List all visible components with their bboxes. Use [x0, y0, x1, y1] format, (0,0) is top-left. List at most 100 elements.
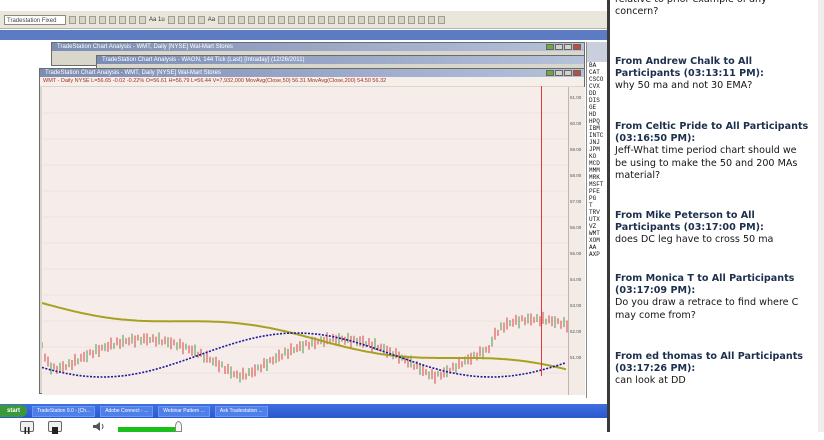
- watchlist-item[interactable]: AA: [587, 244, 607, 251]
- start-button[interactable]: start: [0, 405, 27, 417]
- toolbar-button[interactable]: [408, 15, 416, 24]
- toolbar-button[interactable]: [358, 15, 366, 24]
- watchlist-item[interactable]: GE: [587, 104, 607, 111]
- toolbar-button[interactable]: [278, 15, 286, 24]
- chat-message-text: Jeff-What time period chart should we be…: [615, 145, 798, 181]
- toolbar-button[interactable]: [139, 15, 146, 24]
- chat-scrollbar[interactable]: [818, 0, 824, 432]
- toolbar-button[interactable]: [328, 15, 336, 24]
- watchlist-item[interactable]: AXP: [587, 251, 607, 258]
- toolbar-button[interactable]: [197, 15, 205, 24]
- toolbar-button[interactable]: [418, 15, 426, 24]
- toolbar-button[interactable]: [129, 15, 136, 24]
- volume-bar[interactable]: [118, 427, 176, 432]
- watchlist-item[interactable]: CSCO: [587, 76, 607, 83]
- moving-average-short-line: [41, 332, 567, 378]
- toolbar-button[interactable]: [268, 15, 276, 24]
- watchlist-item[interactable]: T: [587, 202, 607, 209]
- toolbar-button[interactable]: [109, 15, 116, 24]
- watchlist-item[interactable]: UTX: [587, 216, 607, 223]
- minimize-icon[interactable]: [555, 70, 563, 76]
- watchlist-item[interactable]: DD: [587, 90, 607, 97]
- taskbar-item[interactable]: TradeStation 9.0 - [Ch...: [32, 405, 96, 417]
- watchlist-item[interactable]: MMM: [587, 167, 607, 174]
- watchlist-item[interactable]: HD: [587, 111, 607, 118]
- toolbar-button[interactable]: [238, 15, 246, 24]
- watchlist-item[interactable]: JNJ: [587, 139, 607, 146]
- watchlist-item[interactable]: CVX: [587, 83, 607, 90]
- toolbar-button[interactable]: [438, 15, 446, 24]
- toolbar-button[interactable]: [368, 15, 376, 24]
- watchlist-item[interactable]: MRK: [587, 174, 607, 181]
- chat-message-sender: From Celtic Pride to All Participants (0…: [615, 121, 809, 145]
- pause-icon: [24, 427, 30, 434]
- taskbar-item[interactable]: Adobe Connect - ...: [100, 405, 154, 417]
- toolbar-button[interactable]: [298, 15, 306, 24]
- taskbar-item[interactable]: Ask Tradestation ...: [214, 405, 268, 417]
- toolbar-button[interactable]: [187, 15, 195, 24]
- toolbar-button[interactable]: [348, 15, 356, 24]
- watchlist-item[interactable]: KO: [587, 153, 607, 160]
- toolbar-button[interactable]: [248, 15, 256, 24]
- toolbar-button[interactable]: [398, 15, 406, 24]
- stop-icon: [52, 427, 58, 434]
- chat-message-sender: From Mike Peterson to All Participants (…: [615, 210, 764, 234]
- taskbar-item[interactable]: Webinar Pattern ...: [158, 405, 210, 417]
- toolbar-button[interactable]: [79, 15, 86, 24]
- watchlist-item[interactable]: PG: [587, 195, 607, 202]
- watchlist-item[interactable]: XOM: [587, 237, 607, 244]
- toolbar-button[interactable]: [69, 15, 76, 24]
- window-title: TradeStation Chart Analysis - WMT, Daily…: [40, 69, 584, 77]
- toolbar-button[interactable]: [177, 15, 185, 24]
- watchlist-item[interactable]: IBM: [587, 125, 607, 132]
- close-icon[interactable]: [573, 44, 581, 50]
- watchlist-item[interactable]: JPM: [587, 146, 607, 153]
- stop-button[interactable]: [48, 421, 62, 434]
- toolbar-button[interactable]: [258, 15, 266, 24]
- volume-knob[interactable]: [175, 421, 182, 432]
- font-label[interactable]: Aa: [208, 17, 215, 23]
- toolbar-button[interactable]: [218, 15, 226, 24]
- chat-message: From Monica T to All Participants (03:17…: [615, 273, 811, 322]
- watchlist-item[interactable]: WMT: [587, 230, 607, 237]
- toolbar-button[interactable]: [388, 15, 396, 24]
- toolbar-button[interactable]: [119, 15, 126, 24]
- watchlist-item[interactable]: TRV: [587, 209, 607, 216]
- maximize-icon[interactable]: [564, 44, 572, 50]
- watchlist-item[interactable]: MSFT: [587, 181, 607, 188]
- toolbar-button[interactable]: [288, 15, 296, 24]
- watchlist-item[interactable]: CAT: [587, 69, 607, 76]
- toolbar-button[interactable]: [89, 15, 96, 24]
- close-icon[interactable]: [573, 70, 581, 76]
- toolbar-button[interactable]: [228, 15, 236, 24]
- chat-message-text: does DC leg have to cross 50 ma: [615, 234, 774, 246]
- watchlist-item[interactable]: VZ: [587, 223, 607, 230]
- watchlist-item[interactable]: BA: [587, 62, 607, 69]
- toolbar-button[interactable]: [428, 15, 436, 24]
- toolbar-button[interactable]: [378, 15, 386, 24]
- chat-message: From ed thomas to All Participants (03:1…: [615, 351, 811, 388]
- watchlist-item[interactable]: MCD: [587, 160, 607, 167]
- watchlist-item[interactable]: DIS: [587, 97, 607, 104]
- watchlist-item[interactable]: PFE: [587, 188, 607, 195]
- price-axis-label: 58.00: [570, 173, 582, 178]
- maximize-icon[interactable]: [564, 70, 572, 76]
- chart-window-front[interactable]: TradeStation Chart Analysis - WMT, Daily…: [39, 68, 585, 395]
- green-icon[interactable]: [546, 70, 554, 76]
- price-chart-plot[interactable]: [41, 87, 568, 395]
- speaker-icon[interactable]: [92, 421, 106, 432]
- watchlist-item[interactable]: INTC: [587, 132, 607, 139]
- toolbar-button[interactable]: [99, 15, 106, 24]
- font-select[interactable]: Tradestation Fixed: [4, 14, 66, 25]
- minimize-icon[interactable]: [555, 44, 563, 50]
- font-size-label[interactable]: Aa 1u: [149, 17, 165, 23]
- toolbar-button[interactable]: [318, 15, 326, 24]
- watchlist-items: BA CAT CSCO CVX DD DIS GE HD HPQ IBM INTC JNJ JPM KO M…: [587, 62, 607, 258]
- main-toolbar: Tradestation Fixed Aa 1u Aa: [0, 11, 607, 29]
- watchlist-item[interactable]: HPQ: [587, 118, 607, 125]
- toolbar-button[interactable]: [308, 15, 316, 24]
- pause-button[interactable]: [20, 421, 34, 434]
- toolbar-button[interactable]: [167, 15, 175, 24]
- toolbar-button[interactable]: [338, 15, 346, 24]
- green-icon[interactable]: [546, 44, 554, 50]
